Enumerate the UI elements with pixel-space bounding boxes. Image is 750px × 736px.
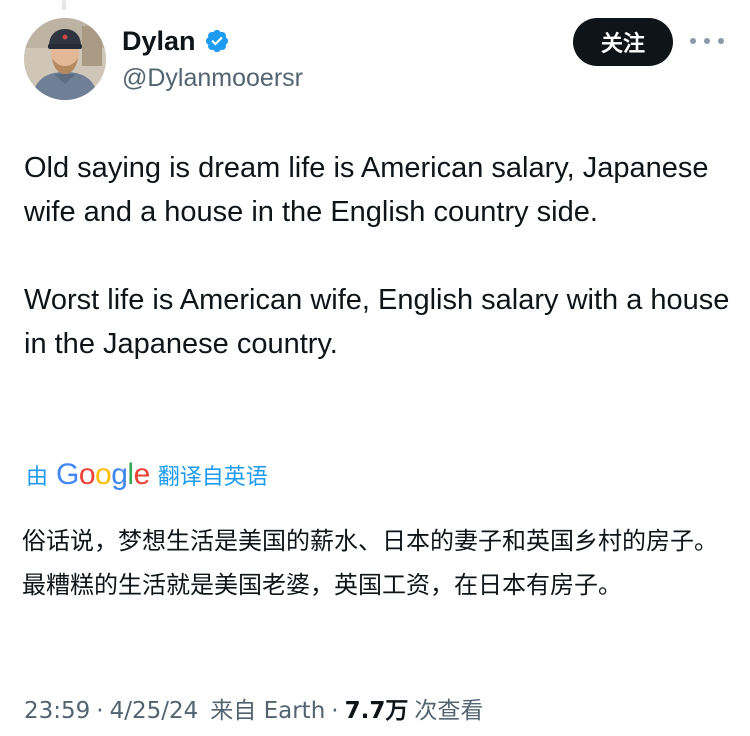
translation-suffix: 翻译自英语: [157, 465, 268, 490]
more-options-button[interactable]: [690, 28, 724, 54]
more-horizontal-icon: [718, 38, 724, 44]
follow-button[interactable]: 关注: [573, 18, 673, 66]
author-display-name[interactable]: Dylan: [122, 24, 196, 58]
translated-paragraph: 俗话说，梦想生活是美国的薪水、日本的妻子和英国乡村的房子。: [22, 527, 718, 555]
author-name-row[interactable]: Dylan: [122, 24, 230, 58]
more-horizontal-icon: [704, 38, 710, 44]
view-count[interactable]: 7.7万: [345, 694, 409, 728]
verified-badge-icon: [205, 29, 228, 53]
tweet-time[interactable]: 23:59: [24, 694, 90, 728]
tweet-text: Old saying is dream life is American sal…: [24, 146, 730, 366]
divider: [62, 0, 66, 10]
tweet-source: 来自 Earth: [210, 698, 326, 724]
translated-paragraph: 最糟糕的生活就是美国老婆，英国工资，在日本有房子。: [22, 571, 622, 599]
tweet-meta: 23:59 · 4/25/24 来自 Earth · 7.7万 次查看: [24, 694, 483, 728]
google-logo: Google: [56, 458, 150, 491]
tweet-paragraph: Old saying is dream life is American sal…: [24, 152, 709, 228]
translation-prefix: 由: [26, 465, 49, 490]
translated-text: 俗话说，梦想生活是美国的薪水、日本的妻子和英国乡村的房子。 最糟糕的生活就是美国…: [22, 524, 732, 602]
translation-attribution[interactable]: 由 Google 翻译自英语: [26, 458, 268, 492]
user-avatar-photo: [24, 18, 106, 100]
more-horizontal-icon: [690, 38, 696, 44]
view-count-label: 次查看: [414, 698, 484, 724]
author-handle[interactable]: @Dylanmooersr: [122, 62, 303, 94]
tweet-date[interactable]: 4/25/24: [110, 694, 199, 728]
tweet-paragraph: Worst life is American wife, English sal…: [24, 284, 730, 360]
avatar[interactable]: [24, 18, 106, 100]
tweet-detail: Dylan @Dylanmooersr 关注 Old saying is dre…: [0, 0, 750, 736]
